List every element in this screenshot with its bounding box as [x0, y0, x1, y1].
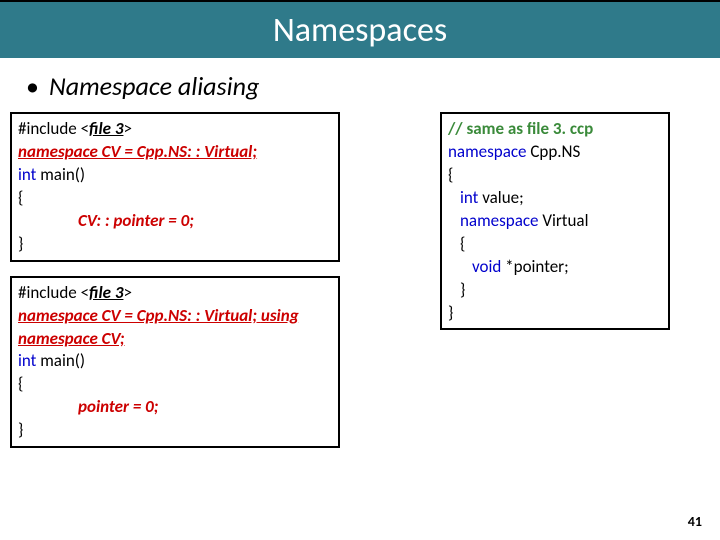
content-area: #include <file 3> namespace CV = Cpp.NS:…	[0, 112, 720, 448]
code-line: }	[448, 302, 662, 325]
code-text: namespace	[460, 210, 538, 231]
code-text: main()	[40, 350, 85, 371]
code-text: *pointer;	[505, 256, 568, 277]
code-text: Virtual	[542, 210, 588, 231]
code-line: namespace CV = Cpp.NS: : Virtual;	[18, 141, 332, 164]
code-box-1: #include <file 3> namespace CV = Cpp.NS:…	[10, 112, 340, 262]
code-line: int main()	[18, 350, 332, 373]
code-text: int	[18, 164, 36, 185]
code-line: namespace Virtual	[448, 210, 662, 233]
subtitle-text: Namespace aliasing	[49, 70, 259, 102]
code-line: namespace Cpp.NS	[448, 141, 662, 164]
code-text: #include	[18, 118, 77, 139]
code-line: namespace CV;	[18, 328, 332, 351]
code-box-2: #include <file 3> namespace CV = Cpp.NS:…	[10, 276, 340, 449]
code-text: int	[18, 350, 36, 371]
code-text: >	[123, 282, 131, 303]
slide-title-bar: Namespaces	[0, 0, 720, 58]
code-line: {	[448, 233, 662, 256]
left-column: #include <file 3> namespace CV = Cpp.NS:…	[10, 112, 340, 448]
slide-subtitle: • Namespace aliasing	[26, 70, 720, 102]
code-text: <	[81, 282, 89, 303]
code-line: }	[18, 233, 332, 256]
code-line: #include <file 3>	[18, 118, 332, 141]
code-line: {	[448, 164, 662, 187]
right-column: // same as file 3. ccp namespace Cpp.NS …	[440, 112, 670, 448]
code-text: >	[123, 118, 131, 139]
code-text: namespace	[448, 141, 526, 162]
code-text: int	[460, 187, 478, 208]
code-line: void *pointer;	[448, 256, 662, 279]
code-line: CV: : pointer = 0;	[18, 210, 332, 233]
code-line: // same as file 3. ccp	[448, 118, 662, 141]
code-text: <	[81, 118, 89, 139]
code-box-3: // same as file 3. ccp namespace Cpp.NS …	[440, 112, 670, 330]
code-line: #include <file 3>	[18, 282, 332, 305]
code-line: namespace CV = Cpp.NS: : Virtual; using	[18, 305, 332, 328]
code-line: int value;	[448, 187, 662, 210]
code-line: }	[448, 279, 662, 302]
code-line: pointer = 0;	[18, 396, 332, 419]
code-line: {	[18, 187, 332, 210]
code-text: file 3	[89, 118, 123, 139]
code-text: #include	[18, 282, 77, 303]
slide-title: Namespaces	[273, 10, 447, 51]
bullet-icon: •	[26, 70, 39, 102]
code-text: value;	[482, 187, 523, 208]
code-text: Cpp.NS	[530, 141, 580, 162]
code-line: {	[18, 373, 332, 396]
code-text: namespace CV = Cpp.NS: : Virtual;	[18, 305, 257, 326]
code-text: file 3	[89, 282, 123, 303]
code-line: int main()	[18, 164, 332, 187]
page-number: 41	[688, 513, 702, 530]
code-line: }	[18, 419, 332, 442]
code-text: main()	[40, 164, 85, 185]
code-text: void	[472, 256, 501, 277]
code-text: using	[261, 305, 299, 326]
